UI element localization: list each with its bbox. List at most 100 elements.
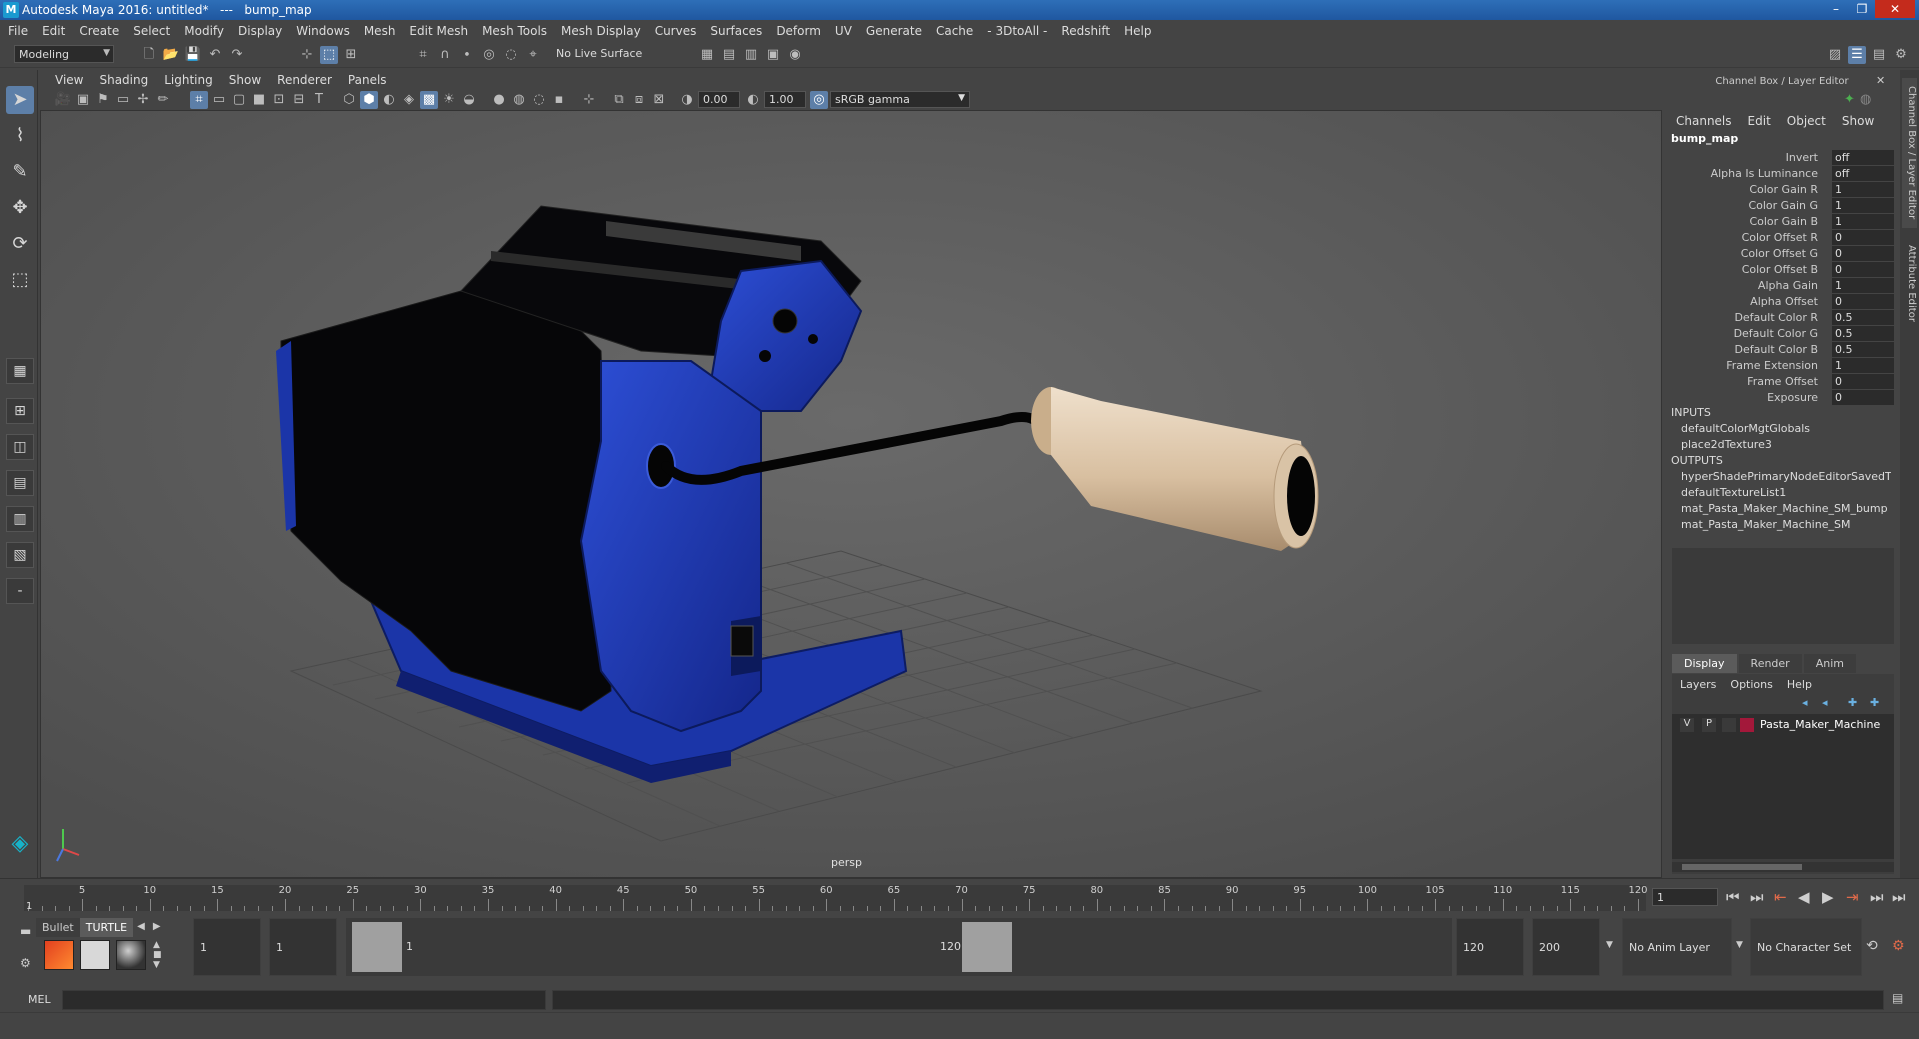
select-component-icon[interactable]: ⊞ <box>342 46 360 64</box>
time-slider[interactable]: 5 10 15 20 25 30 35 40 45 50 55 60 65 70 75 80 85 90 95 100… <box>0 878 1919 916</box>
attr-row[interactable]: Alpha Offset 0 <box>1666 294 1898 310</box>
shelf-tab-bullet[interactable]: Bullet <box>36 918 80 937</box>
move-layer-down-icon[interactable]: ◂ <box>1822 696 1828 709</box>
render-settings-icon[interactable]: ▦ <box>698 46 716 64</box>
menu-curves[interactable]: Curves <box>655 24 697 38</box>
undo-icon[interactable]: ↶ <box>206 46 224 64</box>
default-material-icon[interactable]: ◐ <box>380 91 398 109</box>
live-surface-field[interactable]: No Live Surface <box>552 45 652 63</box>
attr-row[interactable]: Color Offset B 0 <box>1666 262 1898 278</box>
ipr-render-icon[interactable]: ▥ <box>742 46 760 64</box>
bookmark-icon[interactable]: ⚑ <box>94 91 112 109</box>
open-scene-icon[interactable]: 📂 <box>162 46 180 64</box>
side-tab-attribute-editor[interactable]: Attribute Editor <box>1902 238 1917 328</box>
four-pane-layout-icon[interactable]: ⊞ <box>6 398 34 424</box>
menu-mesh[interactable]: Mesh <box>364 24 396 38</box>
save-scene-icon[interactable]: 💾 <box>184 46 202 64</box>
menu-help[interactable]: Help <box>1124 24 1151 38</box>
snap-vertex-icon[interactable]: ⌖ <box>524 46 542 64</box>
hypershade-icon[interactable]: ◉ <box>786 46 804 64</box>
animation-prefs-icon[interactable]: ⚙ <box>1892 938 1905 954</box>
vp-menu-renderer[interactable]: Renderer <box>277 73 332 87</box>
resolution-gate-icon[interactable]: ▢ <box>230 91 248 109</box>
step-forward-frame-icon[interactable]: ⏭ <box>1870 888 1884 906</box>
new-scene-icon[interactable]: 🗋 <box>140 46 158 64</box>
menu-generate[interactable]: Generate <box>866 24 922 38</box>
attr-row[interactable]: Default Color B 0.5 <box>1666 342 1898 358</box>
gamma-icon[interactable]: ◐ <box>744 91 762 109</box>
attr-value[interactable]: 0 <box>1832 262 1894 277</box>
attr-row[interactable]: Invert off <box>1666 150 1898 166</box>
attr-value[interactable]: 1 <box>1832 358 1894 373</box>
mode-dropdown[interactable]: Modeling ▼ <box>14 45 114 63</box>
camera-attributes-icon[interactable]: ▣ <box>74 91 92 109</box>
cb-menu-show[interactable]: Show <box>1842 114 1874 128</box>
isolate-select-icon[interactable]: ⊹ <box>580 91 598 109</box>
tab-display[interactable]: Display <box>1672 654 1737 673</box>
attr-row[interactable]: Color Gain G 1 <box>1666 198 1898 214</box>
script-editor-icon[interactable]: ▤ <box>1892 991 1903 1005</box>
attr-value[interactable]: 1 <box>1832 214 1894 229</box>
range-start-field[interactable]: 1 <box>269 918 337 976</box>
range-end-handle[interactable] <box>962 922 1012 972</box>
cb-menu-channels[interactable]: Channels <box>1676 114 1732 128</box>
safe-title-icon[interactable]: T <box>310 91 328 109</box>
snap-curve-icon[interactable]: ∩ <box>436 46 454 64</box>
menu-redshift[interactable]: Redshift <box>1061 24 1110 38</box>
step-back-frame-icon[interactable]: ⏭ <box>1750 888 1764 906</box>
attr-row[interactable]: Color Gain B 1 <box>1666 214 1898 230</box>
attr-value[interactable]: 0.5 <box>1832 342 1894 357</box>
output-node[interactable]: mat_Pasta_Maker_Machine_SM_bump <box>1681 502 1891 515</box>
gate-mask-icon[interactable]: ■ <box>250 91 268 109</box>
command-input[interactable] <box>62 990 546 1010</box>
render-frame-icon[interactable]: ▤ <box>720 46 738 64</box>
attr-row[interactable]: Alpha Gain 1 <box>1666 278 1898 294</box>
attr-row[interactable]: Alpha Is Luminance off <box>1666 166 1898 182</box>
paint-select-tool-icon[interactable]: ✎ <box>6 158 34 186</box>
layer-row[interactable]: V P Pasta_Maker_Machine <box>1674 716 1892 734</box>
menu-cache[interactable]: Cache <box>936 24 973 38</box>
vp-menu-lighting[interactable]: Lighting <box>164 73 213 87</box>
redo-icon[interactable]: ↷ <box>228 46 246 64</box>
grease-pencil-icon[interactable]: ✏ <box>154 91 172 109</box>
anti-alias-icon[interactable]: ◌ <box>530 91 548 109</box>
play-backwards-icon[interactable]: ◀ <box>1798 888 1810 906</box>
layer-name[interactable]: Pasta_Maker_Machine <box>1760 718 1880 731</box>
wireframe-icon[interactable]: ⬡ <box>340 91 358 109</box>
attr-value[interactable]: 0 <box>1832 374 1894 389</box>
snap-surface-icon[interactable]: ◌ <box>502 46 520 64</box>
render-view-icon[interactable]: ▣ <box>764 46 782 64</box>
use-all-lights-icon[interactable]: ☀ <box>440 91 458 109</box>
xray-joints-icon[interactable]: ⧈ <box>630 91 648 109</box>
shelf-settings-icon[interactable]: ⚙ <box>20 956 31 970</box>
output-node[interactable]: hyperShadePrimaryNodeEditorSavedT... <box>1681 470 1891 483</box>
auto-key-icon[interactable]: ⟲ <box>1866 938 1878 954</box>
exposure-icon[interactable]: ◑ <box>678 91 696 109</box>
panel-close-icon[interactable]: ✕ <box>1876 74 1885 87</box>
attr-value[interactable]: 0 <box>1832 390 1894 405</box>
go-to-start-icon[interactable]: ⏮ <box>1726 888 1740 906</box>
turtle-render-icon[interactable] <box>44 940 74 970</box>
outliner-layout-icon[interactable]: ▤ <box>6 470 34 496</box>
snap-point-icon[interactable]: ∙ <box>458 46 476 64</box>
menu-uv[interactable]: UV <box>835 24 852 38</box>
range-slider-track[interactable]: 1 120 <box>346 918 1452 976</box>
shelf-scroll-icon[interactable]: ▲ ■ ▼ <box>153 940 162 970</box>
vp-menu-shading[interactable]: Shading <box>99 73 148 87</box>
hypershade-layout-icon[interactable]: ▧ <box>6 542 34 568</box>
layer-scrollbar-thumb[interactable] <box>1682 864 1802 870</box>
range-start-min-field[interactable]: 1 <box>193 918 261 976</box>
menu-select[interactable]: Select <box>133 24 170 38</box>
workspace-icon[interactable]: ▨ <box>1826 46 1844 64</box>
depth-of-field-icon[interactable]: ▪ <box>550 91 568 109</box>
step-back-key-icon[interactable]: ⇤ <box>1774 888 1787 906</box>
input-node[interactable]: place2dTexture3 <box>1681 438 1891 451</box>
attr-row[interactable]: Default Color R 0.5 <box>1666 310 1898 326</box>
cb-menu-edit[interactable]: Edit <box>1748 114 1771 128</box>
go-to-end-icon[interactable]: ⏭ <box>1892 888 1906 906</box>
layer-playback-toggle[interactable]: P <box>1702 718 1716 732</box>
image-plane-icon[interactable]: ▭ <box>114 91 132 109</box>
snap-grid-icon[interactable]: ⌗ <box>414 46 432 64</box>
attr-value[interactable]: 1 <box>1832 182 1894 197</box>
shadows-icon[interactable]: ◒ <box>460 91 478 109</box>
